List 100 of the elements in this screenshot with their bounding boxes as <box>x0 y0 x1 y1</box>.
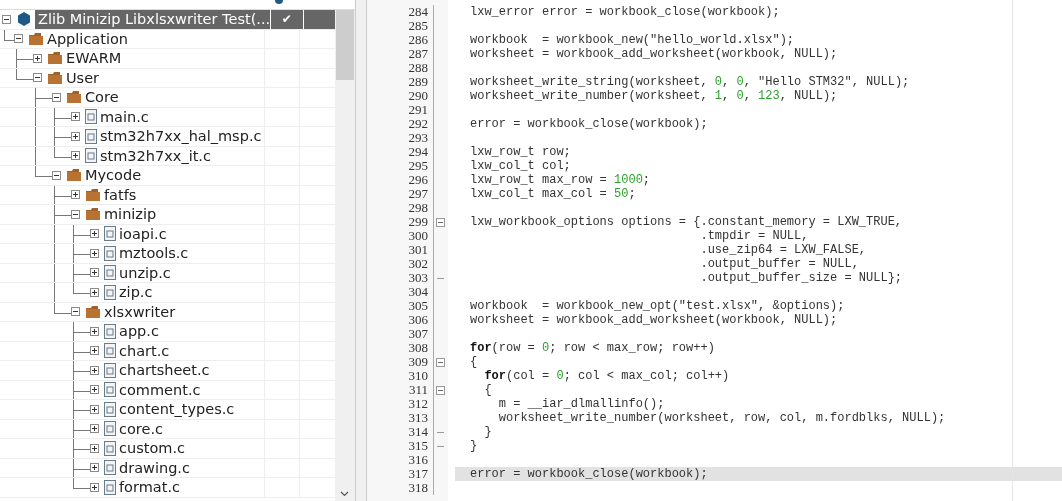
code-line: error = workbook_close(workbook); <box>469 117 709 131</box>
line-number: 309 <box>407 355 428 369</box>
collapse-icon[interactable] <box>436 385 445 395</box>
expander-icon[interactable] <box>90 424 99 434</box>
file-item[interactable]: stm32h7xx_hal_msp.c <box>100 128 262 145</box>
c-file-icon <box>104 401 116 417</box>
file-item[interactable]: mztools.c <box>119 245 189 262</box>
expander-icon[interactable] <box>71 151 80 161</box>
code-line: { <box>483 383 493 397</box>
file-item[interactable]: drawing.c <box>119 459 190 476</box>
expander-icon[interactable] <box>90 346 99 356</box>
expander-icon[interactable] <box>71 190 80 200</box>
line-number: 285 <box>407 19 428 33</box>
folder-item[interactable]: fatfs <box>104 186 137 203</box>
line-number: 284 <box>407 5 428 19</box>
c-file-icon <box>104 323 116 339</box>
folder-item[interactable]: Core <box>85 89 119 106</box>
expander-icon[interactable] <box>14 34 23 44</box>
code-line: lxw_col_t col; <box>469 159 572 173</box>
file-item[interactable]: unzip.c <box>119 264 171 281</box>
file-item[interactable]: content_types.c <box>119 401 235 418</box>
c-file-icon <box>104 479 116 495</box>
line-number: 308 <box>407 341 428 355</box>
folder-item[interactable]: Mycode <box>85 167 142 184</box>
expander-icon[interactable] <box>90 248 99 258</box>
line-number: 297 <box>407 187 428 201</box>
expander-icon[interactable] <box>71 209 80 219</box>
line-number: 288 <box>407 61 428 75</box>
line-number: 317 <box>407 467 428 481</box>
expander-icon[interactable] <box>2 14 11 24</box>
expander-icon[interactable] <box>90 404 99 414</box>
collapse-icon[interactable] <box>436 217 445 227</box>
expander-icon[interactable] <box>90 229 99 239</box>
code-line: .output_buffer_size = NULL}; <box>699 271 904 285</box>
folder-icon <box>85 207 101 222</box>
line-number: 315 <box>407 439 428 453</box>
line-number: 302 <box>407 257 428 271</box>
file-item[interactable]: ioapi.c <box>119 225 167 242</box>
line-number: 299 <box>407 215 428 229</box>
folder-icon <box>28 31 44 46</box>
file-item[interactable]: format.c <box>119 479 180 496</box>
expander-icon[interactable] <box>90 326 99 336</box>
code-line: } <box>469 439 479 453</box>
line-number: 318 <box>407 481 428 495</box>
table-cell <box>303 10 335 29</box>
expander-icon[interactable] <box>90 365 99 375</box>
code-editor[interactable] <box>367 0 1062 501</box>
line-number: 313 <box>407 411 428 425</box>
line-number: 316 <box>407 453 428 467</box>
collapse-icon[interactable] <box>436 357 445 367</box>
folder-item[interactable]: minizip <box>104 206 157 223</box>
c-file-icon <box>104 265 116 281</box>
code-line: worksheet_write_string(worksheet, 0, 0, "Hello STM32", NULL); <box>469 75 911 89</box>
c-file-icon <box>104 362 116 378</box>
file-item[interactable]: main.c <box>100 108 149 125</box>
line-number: 296 <box>407 173 428 187</box>
scrollbar[interactable] <box>335 10 355 501</box>
code-line: workbook = workbook_new_opt("test.xlsx", &options); <box>469 299 846 313</box>
folder-item[interactable]: xlsxwriter <box>104 303 176 320</box>
folder-item[interactable]: Application <box>47 30 129 47</box>
expander-icon[interactable] <box>71 112 80 122</box>
expander-icon[interactable] <box>90 268 99 278</box>
file-item[interactable]: stm32h7xx_it.c <box>100 147 211 164</box>
line-number: 310 <box>407 369 428 383</box>
code-line: worksheet_write_number(worksheet, row, col, m.fordblks, NULL); <box>497 411 947 425</box>
scrollbar-thumb[interactable] <box>336 10 354 80</box>
expander-icon[interactable] <box>90 482 99 492</box>
c-file-icon <box>104 460 116 476</box>
code-line: lxw_row_t max_row = 1000; <box>469 173 652 187</box>
expander-icon[interactable] <box>33 53 42 63</box>
c-file-icon <box>104 284 116 300</box>
expander-icon[interactable] <box>71 307 80 317</box>
c-file-icon <box>85 128 97 144</box>
code-line: for(row = 0; row < max_row; row++) <box>469 341 716 355</box>
file-item[interactable]: comment.c <box>119 381 201 398</box>
folder-item[interactable]: EWARM <box>66 50 122 67</box>
line-number: 293 <box>407 131 428 145</box>
expander-icon[interactable] <box>71 131 80 141</box>
expander-icon[interactable] <box>90 463 99 473</box>
expander-icon[interactable] <box>52 92 61 102</box>
fold-end-icon <box>437 276 444 280</box>
file-item[interactable]: custom.c <box>119 440 185 457</box>
project-item[interactable]: Zlib Minizip Libxlsxwriter Test(... <box>35 10 271 29</box>
file-item[interactable]: app.c <box>119 323 159 340</box>
folder-item[interactable]: User <box>66 69 100 86</box>
expander-icon[interactable] <box>90 385 99 395</box>
expander-icon[interactable] <box>90 287 99 297</box>
expander-icon[interactable] <box>90 443 99 453</box>
chevron-down-icon[interactable] <box>340 491 349 497</box>
folder-icon <box>47 51 63 66</box>
fold-end-icon <box>437 444 444 448</box>
expander-icon[interactable] <box>52 170 61 180</box>
expander-icon[interactable] <box>33 73 42 83</box>
file-item[interactable]: core.c <box>119 420 163 437</box>
file-item[interactable]: chartsheet.c <box>119 362 210 379</box>
file-item[interactable]: zip.c <box>119 284 153 301</box>
line-number: 303 <box>407 271 428 285</box>
file-item[interactable]: chart.c <box>119 342 170 359</box>
check-mark: ✔ <box>271 10 303 29</box>
line-number: 294 <box>407 145 428 159</box>
